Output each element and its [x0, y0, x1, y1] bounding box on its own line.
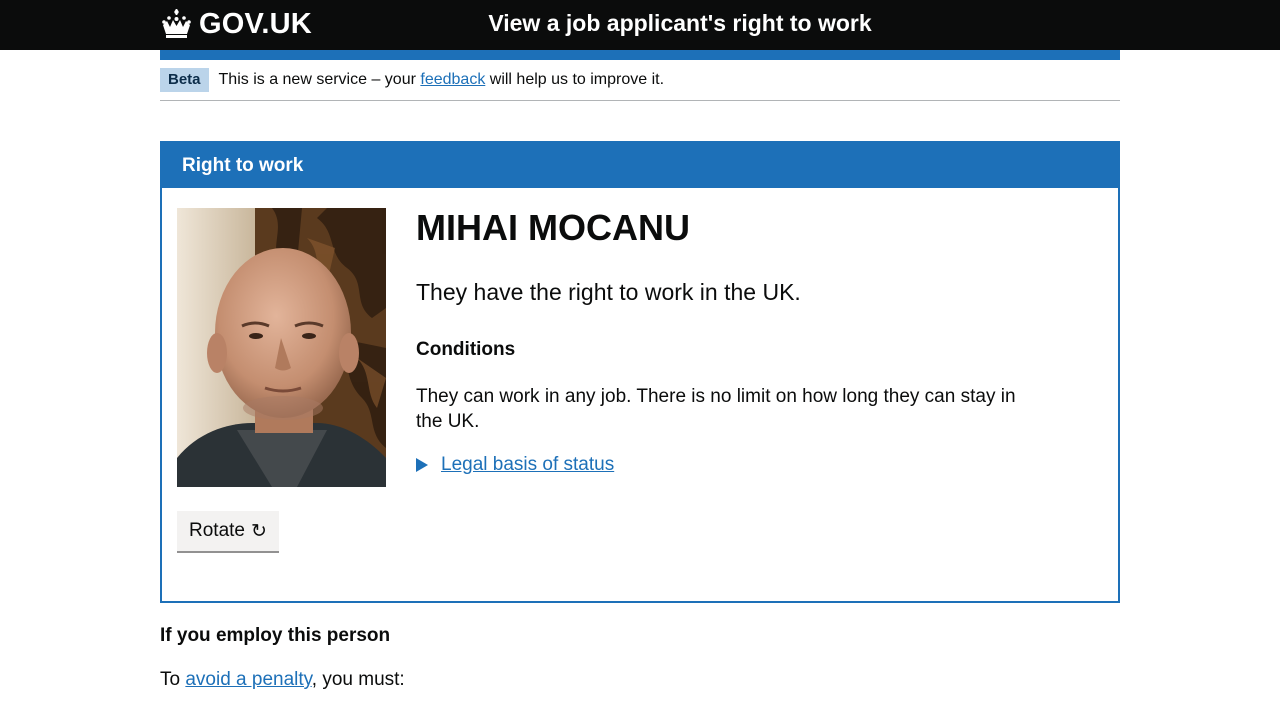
rotate-label: Rotate: [189, 520, 245, 541]
disclosure-triangle-icon: [416, 458, 428, 472]
rotate-icon: ↻: [250, 520, 267, 542]
conditions-text: They can work in any job. There is no li…: [416, 386, 1016, 432]
right-to-work-card: Right to work Rotate ↻ MIHAI MOCANU They…: [160, 141, 1120, 603]
applicant-name: MIHAI MOCANU: [416, 207, 690, 248]
penalty-text-before: To: [160, 669, 186, 690]
phase-text-after: will help us to improve it.: [485, 71, 665, 88]
service-name-link[interactable]: View a job applicant's right to work: [0, 10, 1280, 37]
phase-banner-text: This is a new service – your feedback wi…: [219, 71, 665, 89]
conditions-heading: Conditions: [416, 339, 516, 360]
header-bar: GOV.UK View a job applicant's right to w…: [0, 0, 1280, 50]
penalty-paragraph: To avoid a penalty, you must:: [160, 669, 405, 691]
rotate-button[interactable]: Rotate ↻: [177, 511, 279, 551]
employ-heading: If you employ this person: [160, 625, 391, 646]
avoid-penalty-link[interactable]: avoid a penalty: [185, 669, 311, 690]
legal-basis-summary-link[interactable]: Legal basis of status: [441, 454, 614, 476]
applicant-photo: [177, 208, 386, 487]
card-title: Right to work: [162, 143, 1118, 188]
feedback-link[interactable]: feedback: [420, 71, 485, 88]
header-blue-underline: [160, 50, 1120, 60]
phase-text-before: This is a new service – your: [218, 71, 421, 88]
phase-banner: Beta This is a new service – your feedba…: [160, 60, 1120, 101]
legal-basis-details[interactable]: Legal basis of status: [416, 454, 614, 476]
right-to-work-status: They have the right to work in the UK.: [416, 279, 801, 305]
beta-tag: Beta: [160, 68, 209, 92]
penalty-text-after: , you must:: [311, 669, 405, 690]
